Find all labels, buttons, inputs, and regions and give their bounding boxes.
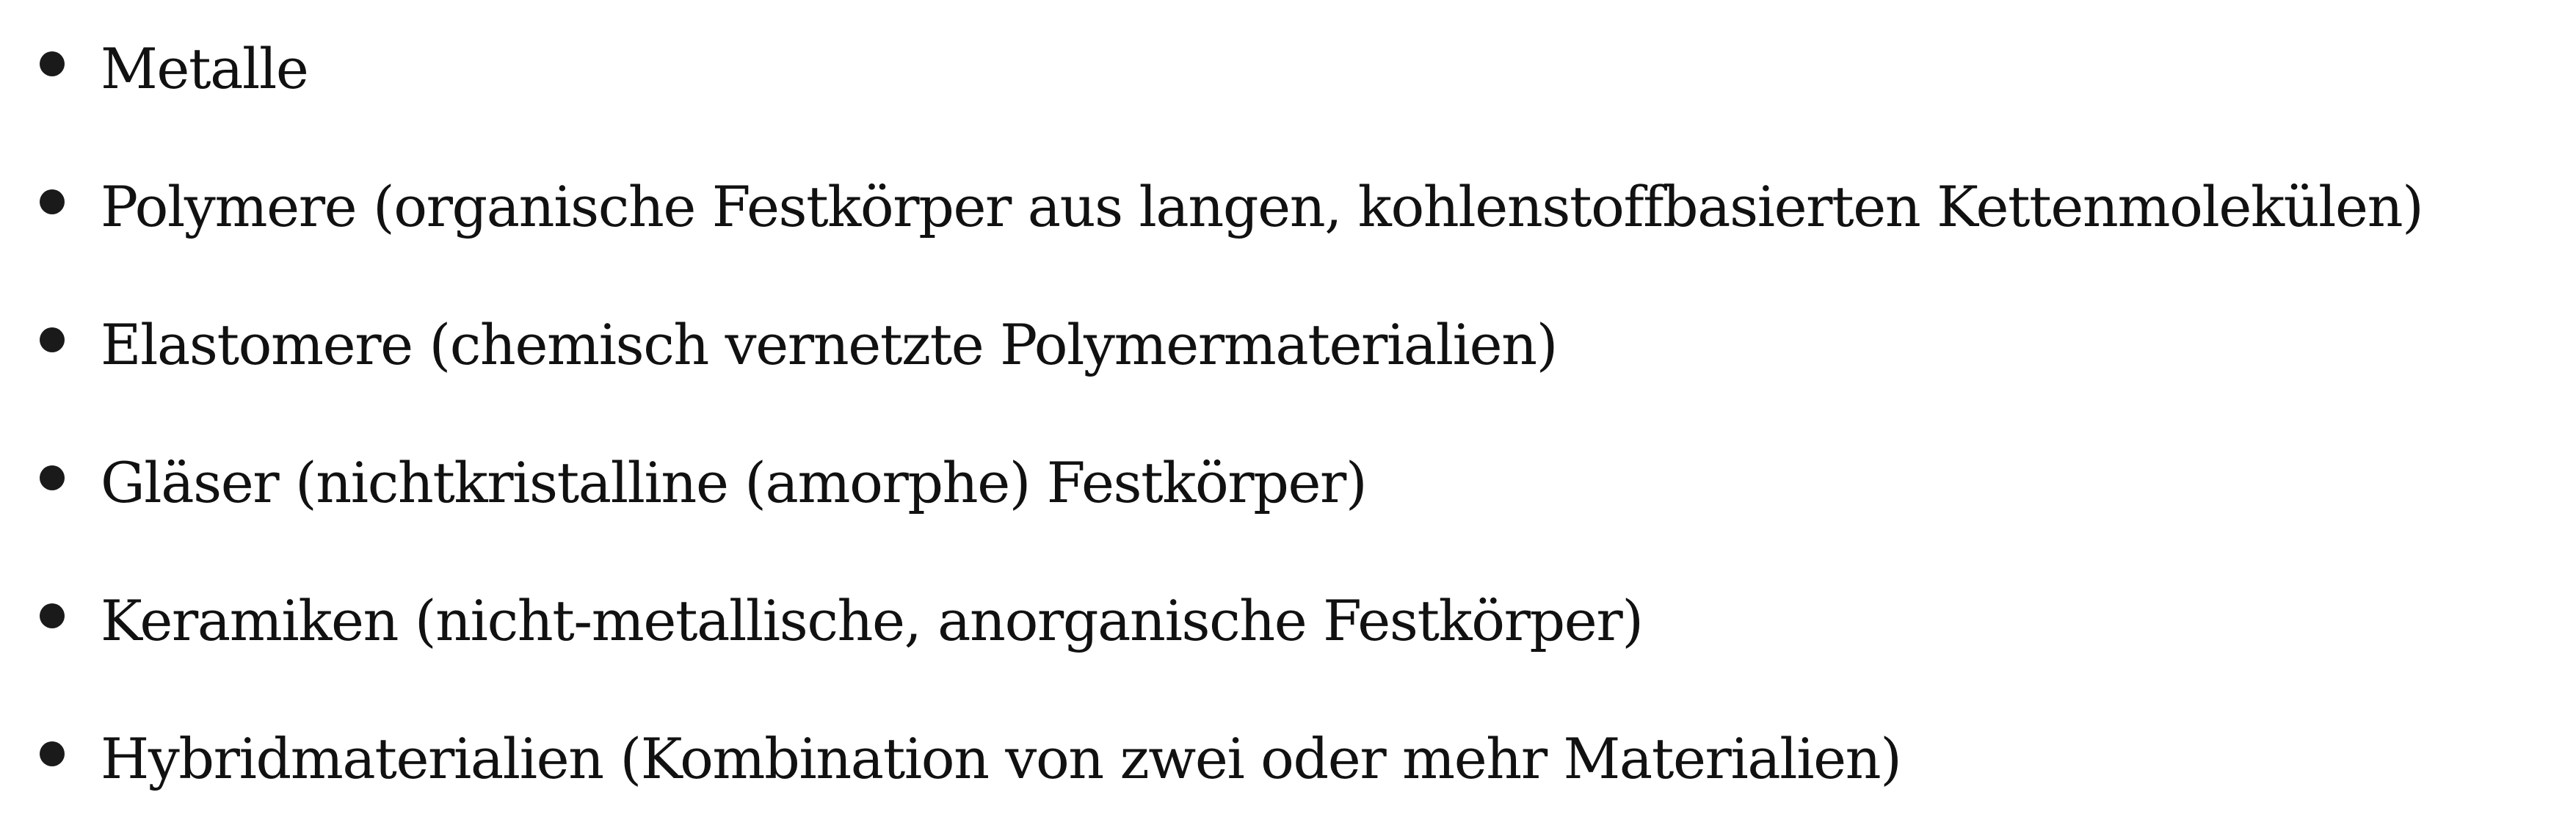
list-item-text: Polymere (organische Festkörper aus lang…	[101, 174, 2424, 239]
list-item-glaeser: Gläser (nichtkristalline (amorphe) Festk…	[0, 414, 2576, 552]
list-item-metalle: Metalle	[0, 0, 2576, 138]
list-item-text: Elastomere (chemisch vernetzte Polymerma…	[101, 312, 1558, 377]
bullet-icon	[40, 603, 65, 628]
list-item-text: Metalle	[101, 36, 309, 101]
bullet-icon	[40, 465, 65, 490]
list-item-text: Hybridmaterialien (Kombination von zwei …	[101, 726, 1902, 791]
bullet-icon	[40, 51, 65, 76]
bullet-icon	[40, 327, 65, 352]
bullet-icon	[40, 741, 65, 766]
list-item-hybridmaterialien: Hybridmaterialien (Kombination von zwei …	[0, 690, 2576, 828]
list-item-elastomere: Elastomere (chemisch vernetzte Polymerma…	[0, 276, 2576, 414]
list-item-polymere: Polymere (organische Festkörper aus lang…	[0, 138, 2576, 276]
bullet-icon	[40, 189, 65, 214]
list-item-keramiken: Keramiken (nicht-metallische, anorganisc…	[0, 552, 2576, 690]
list-item-text: Keramiken (nicht-metallische, anorganisc…	[101, 588, 1644, 653]
list-item-text: Gläser (nichtkristalline (amorphe) Festk…	[101, 450, 1368, 515]
